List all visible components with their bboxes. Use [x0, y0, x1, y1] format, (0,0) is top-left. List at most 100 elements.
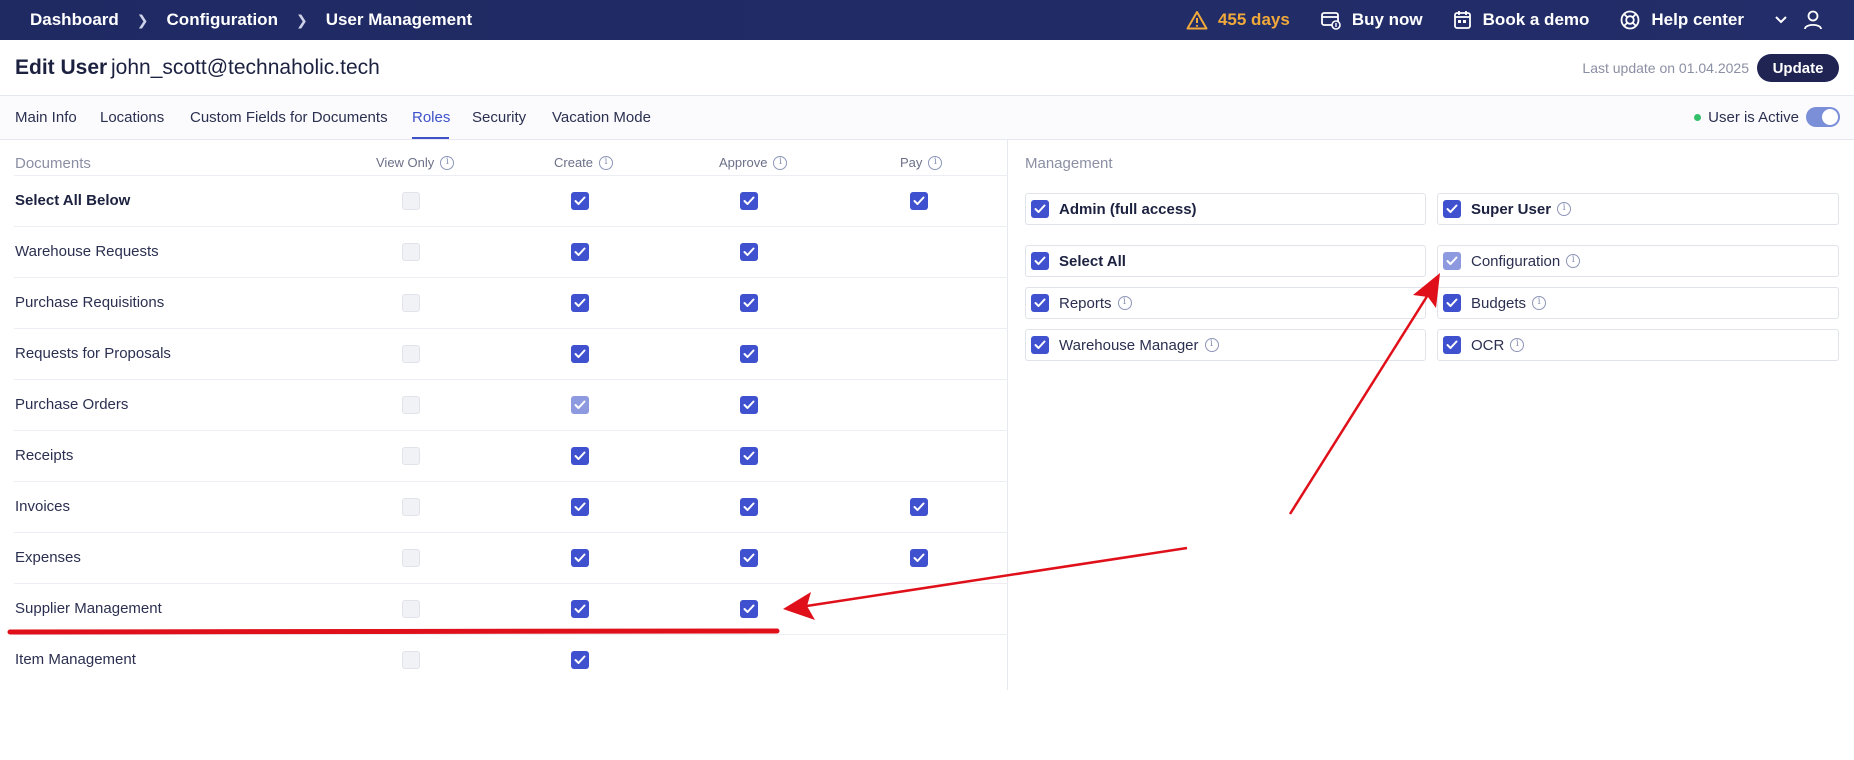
buy-now-label: Buy now: [1351, 10, 1423, 29]
page-header: Edit User john_scott@technaholic.tech La…: [0, 40, 1854, 96]
info-icon[interactable]: [773, 155, 788, 170]
buy-now-button[interactable]: Buy now: [1320, 10, 1423, 30]
management-option-budgets[interactable]: Budgets: [1437, 287, 1839, 319]
user-active-toggle[interactable]: [1806, 107, 1840, 127]
management-option-label: Configuration: [1471, 252, 1561, 270]
admin-full-access-checkbox[interactable]: [1031, 200, 1049, 218]
tab-custom-fields[interactable]: Custom Fields for Documents: [190, 109, 388, 126]
approve-column-header: Approve: [719, 155, 788, 170]
info-icon[interactable]: [1532, 296, 1547, 310]
management-option-admin-full-access[interactable]: Admin (full access): [1025, 193, 1426, 225]
approve-checkbox[interactable]: [740, 243, 758, 261]
management-option-label: Admin (full access): [1059, 200, 1197, 218]
management-option-label: Reports: [1059, 294, 1112, 312]
breadcrumb-configuration[interactable]: Configuration: [167, 10, 278, 30]
row-label: Receipts: [15, 447, 74, 464]
tab-locations[interactable]: Locations: [100, 109, 164, 126]
view-only-checkbox[interactable]: [402, 498, 420, 516]
help-center-button[interactable]: Help center: [1619, 9, 1744, 31]
budgets-checkbox[interactable]: [1443, 294, 1461, 312]
tab-security[interactable]: Security: [472, 109, 526, 126]
approve-checkbox[interactable]: [740, 345, 758, 363]
active-tab-indicator: [412, 137, 449, 139]
select-all-checkbox[interactable]: [1031, 252, 1049, 270]
management-option-reports[interactable]: Reports: [1025, 287, 1426, 319]
management-section-title: Management: [1025, 155, 1113, 172]
user-active-label: User is Active: [1708, 108, 1799, 126]
management-option-configuration[interactable]: Configuration: [1437, 245, 1839, 277]
configuration-checkbox[interactable]: [1443, 252, 1461, 270]
create-checkbox[interactable]: [571, 498, 589, 516]
create-checkbox[interactable]: [571, 447, 589, 465]
view-only-checkbox[interactable]: [402, 600, 420, 618]
create-checkbox[interactable]: [571, 600, 589, 618]
chevron-right-icon: ❯: [136, 11, 149, 28]
create-checkbox[interactable]: [571, 192, 589, 210]
view-only-checkbox[interactable]: [402, 192, 420, 210]
trial-days-warning[interactable]: 455 days: [1186, 10, 1290, 30]
pay-checkbox[interactable]: [910, 549, 928, 567]
create-checkbox[interactable]: [571, 294, 589, 312]
approve-checkbox[interactable]: [740, 498, 758, 516]
book-demo-button[interactable]: Book a demo: [1453, 10, 1590, 30]
approve-checkbox[interactable]: [740, 192, 758, 210]
tab-bar: Main Info Locations Custom Fields for Do…: [0, 96, 1854, 140]
ocr-checkbox[interactable]: [1443, 336, 1461, 354]
tab-roles[interactable]: Roles: [412, 109, 450, 126]
management-option-warehouse-manager[interactable]: Warehouse Manager: [1025, 329, 1426, 361]
help-center-label: Help center: [1651, 10, 1744, 29]
info-icon[interactable]: [1204, 338, 1219, 352]
view-only-checkbox[interactable]: [402, 345, 420, 363]
user-email: john_scott@technaholic.tech: [111, 56, 380, 79]
last-update-text: Last update on 01.04.2025: [1582, 60, 1749, 76]
table-row: Select All Below: [14, 175, 1008, 226]
documents-column-header: Documents: [15, 155, 91, 172]
create-checkbox[interactable]: [571, 243, 589, 261]
table-row: Item Management: [14, 634, 1008, 685]
create-checkbox[interactable]: [571, 549, 589, 567]
view-only-checkbox[interactable]: [402, 549, 420, 567]
management-option-select-all[interactable]: Select All: [1025, 245, 1426, 277]
view-only-checkbox[interactable]: [402, 294, 420, 312]
info-icon[interactable]: [440, 155, 455, 170]
info-icon[interactable]: [1557, 202, 1572, 216]
chevron-down-icon[interactable]: [1774, 15, 1788, 25]
pay-checkbox[interactable]: [910, 192, 928, 210]
info-icon[interactable]: [599, 155, 614, 170]
approve-checkbox[interactable]: [740, 549, 758, 567]
approve-header-label: Approve: [719, 155, 768, 170]
management-option-super-user[interactable]: Super User: [1437, 193, 1839, 225]
book-demo-label: Book a demo: [1482, 10, 1590, 29]
update-button[interactable]: Update: [1757, 54, 1839, 82]
approve-checkbox[interactable]: [740, 396, 758, 414]
row-label: Requests for Proposals: [15, 345, 171, 362]
super-user-checkbox[interactable]: [1443, 200, 1461, 218]
view-only-checkbox[interactable]: [402, 396, 420, 414]
view-only-checkbox[interactable]: [402, 651, 420, 669]
info-icon[interactable]: [1510, 338, 1525, 352]
view-only-checkbox[interactable]: [402, 447, 420, 465]
create-checkbox[interactable]: [571, 396, 589, 414]
tab-main-info[interactable]: Main Info: [15, 109, 77, 126]
reports-checkbox[interactable]: [1031, 294, 1049, 312]
pay-checkbox[interactable]: [910, 498, 928, 516]
tab-vacation-mode[interactable]: Vacation Mode: [552, 109, 651, 126]
info-icon[interactable]: [1117, 296, 1132, 310]
warehouse-manager-checkbox[interactable]: [1031, 336, 1049, 354]
approve-checkbox[interactable]: [740, 294, 758, 312]
pay-header-label: Pay: [900, 155, 923, 170]
create-checkbox[interactable]: [571, 345, 589, 363]
user-icon[interactable]: [1802, 9, 1824, 31]
approve-checkbox[interactable]: [740, 600, 758, 618]
row-label: Item Management: [15, 651, 136, 668]
info-icon[interactable]: [1566, 254, 1581, 268]
page-title: Edit User: [15, 56, 108, 79]
top-navigation-bar: Dashboard ❯ Configuration ❯ User Managem…: [0, 0, 1854, 40]
create-checkbox[interactable]: [571, 651, 589, 669]
table-row: Requests for Proposals: [14, 328, 1008, 379]
management-option-ocr[interactable]: OCR: [1437, 329, 1839, 361]
info-icon[interactable]: [928, 155, 943, 170]
approve-checkbox[interactable]: [740, 447, 758, 465]
view-only-checkbox[interactable]: [402, 243, 420, 261]
breadcrumb-dashboard[interactable]: Dashboard: [30, 10, 119, 30]
